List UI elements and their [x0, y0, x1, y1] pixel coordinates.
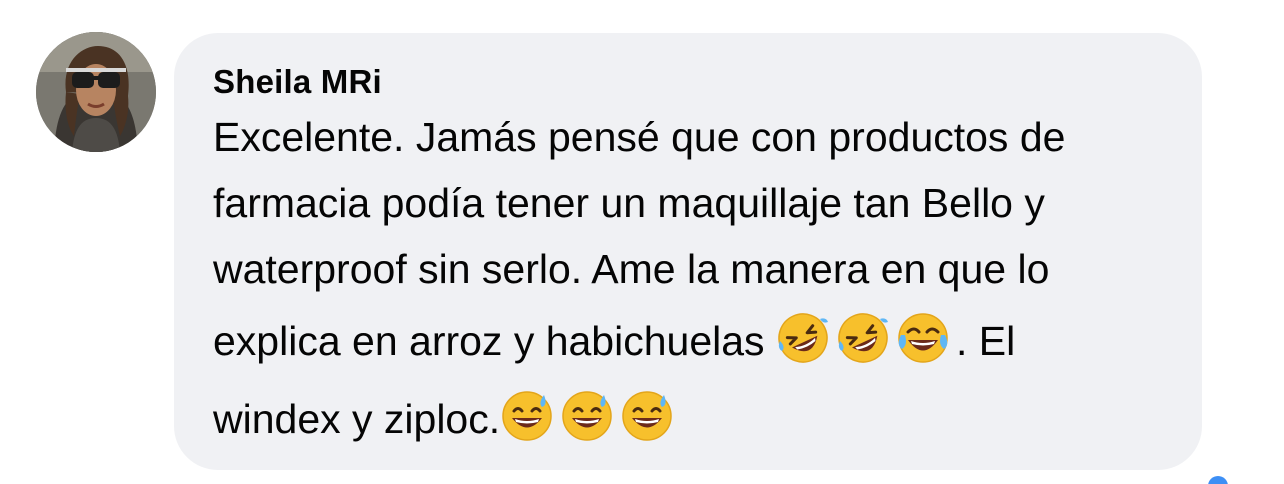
comment-line-5-text: windex y ziploc. [213, 396, 501, 442]
comment-text: Excelente. Jamás pensé que con productos… [213, 113, 1162, 449]
comment-line-3: waterproof sin serlo. Ame la manera en q… [213, 246, 1050, 292]
comment-line-1: Excelente. Jamás pensé que con productos… [213, 114, 1066, 160]
comment-line-4-tail: . El [955, 318, 1016, 364]
comment-bubble: Sheila MRi Excelente. Jamás pensé que co… [174, 33, 1202, 470]
avatar[interactable] [36, 32, 156, 152]
rolling-on-floor-laughing-icon [776, 311, 830, 365]
rolling-on-floor-laughing-icon [836, 311, 890, 365]
comment-line-5: windex y ziploc. [213, 389, 1162, 449]
grinning-face-with-sweat-icon [500, 389, 554, 443]
avatar-photo-icon [36, 32, 156, 152]
comment-line-4-text: explica en arroz y habichuelas [213, 318, 765, 364]
comment-line-2: farmacia podía tener un maquillaje tan B… [213, 180, 1045, 226]
comment-screen: Sheila MRi Excelente. Jamás pensé que co… [0, 0, 1284, 484]
face-with-tears-of-joy-icon [896, 311, 950, 365]
grinning-face-with-sweat-icon [560, 389, 614, 443]
comment-author[interactable]: Sheila MRi [213, 62, 1162, 102]
comment-line-4: explica en arroz y habichuelas . El [213, 311, 1162, 371]
reaction-badge-icon[interactable] [1208, 476, 1228, 484]
grinning-face-with-sweat-icon [620, 389, 674, 443]
